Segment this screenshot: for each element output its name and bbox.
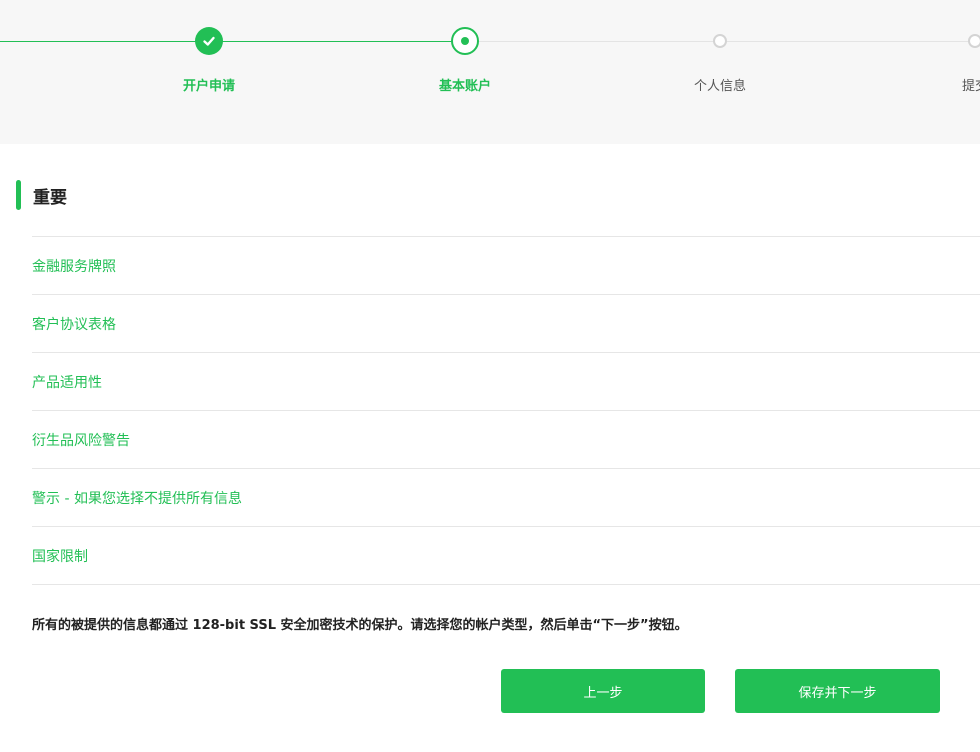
step-submit: 提交 (895, 0, 980, 144)
link-financial-license[interactable]: 金融服务牌照 (32, 236, 980, 294)
step-label: 基本账户 (438, 79, 491, 94)
section-title: 重要 (33, 187, 67, 208)
step-account-application: 开户申请 (129, 0, 289, 144)
section-accent-bar (16, 180, 21, 210)
step-personal-info: 个人信息 (640, 0, 800, 144)
step-label: 提交 (961, 79, 980, 94)
progress-stepper: 开户申请 基本账户 个人信息 提交 (0, 0, 980, 144)
link-client-agreement[interactable]: 客户协议表格 (32, 294, 980, 352)
step-label: 开户申请 (182, 79, 235, 94)
link-derivatives-risk-warning[interactable]: 衍生品风险警告 (32, 410, 980, 468)
previous-step-button[interactable]: 上一步 (501, 669, 705, 713)
document-links-list: 金融服务牌照 客户协议表格 产品适用性 衍生品风险警告 警示 - 如果您选择不提… (32, 236, 980, 585)
link-country-restrictions[interactable]: 国家限制 (32, 526, 980, 585)
security-notice: 所有的被提供的信息都通过 128-bit SSL 安全加密技术的保护。请选择您的… (32, 618, 688, 633)
pending-step-indicator (968, 34, 980, 48)
active-step-indicator (451, 27, 479, 55)
section-heading: 重要 (16, 180, 67, 210)
link-product-suitability[interactable]: 产品适用性 (32, 352, 980, 410)
save-and-next-button[interactable]: 保存并下一步 (735, 669, 940, 713)
check-icon (195, 27, 223, 55)
step-label: 个人信息 (693, 79, 746, 94)
link-information-warning[interactable]: 警示 - 如果您选择不提供所有信息 (32, 468, 980, 526)
step-basic-account: 基本账户 (385, 0, 545, 144)
pending-step-indicator (713, 34, 727, 48)
